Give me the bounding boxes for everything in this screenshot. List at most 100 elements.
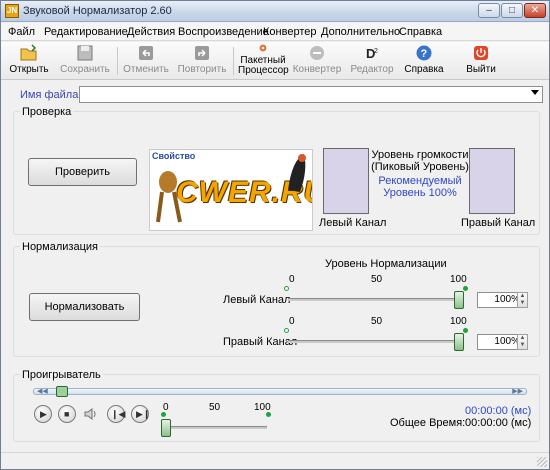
stop-icon: ■	[64, 409, 70, 419]
batch-label-line2: Процессор	[238, 65, 289, 76]
check-right-channel-label: Правый Канал	[461, 217, 536, 229]
open-label: Открыть	[9, 64, 49, 75]
volume-slider-thumb[interactable]	[161, 419, 171, 437]
redo-button[interactable]: Повторить	[176, 44, 228, 78]
menu-playback[interactable]: Воспроизведение	[178, 26, 269, 38]
next-button[interactable]: ▶❙	[131, 405, 151, 423]
left-level-spinner[interactable]: ▲ ▼	[517, 292, 528, 308]
power-icon	[474, 46, 488, 60]
converter-button[interactable]: Конвертер	[291, 44, 343, 78]
save-disk-icon	[77, 45, 93, 61]
right-peak-meter	[469, 148, 515, 214]
help-label: Справка	[404, 64, 444, 75]
right-tick-50: 50	[371, 316, 383, 327]
undo-button[interactable]: Отменить	[122, 44, 170, 78]
right-level-slider-thumb[interactable]	[454, 333, 464, 351]
check-left-channel-label: Левый Канал	[319, 217, 387, 229]
volume-track[interactable]	[163, 426, 267, 429]
right-tick-100: 100	[450, 316, 467, 327]
title-bar: JN Звуковой Нормализатор 2.60 – □ ✕	[1, 1, 549, 22]
right-level-spinner[interactable]: ▲ ▼	[517, 334, 528, 350]
left-level-track[interactable]	[288, 298, 464, 301]
seek-thumb[interactable]	[56, 386, 68, 397]
left-peak-meter	[323, 148, 369, 214]
save-label: Сохранить	[60, 64, 110, 75]
volume-min-marker	[161, 412, 166, 417]
left-max-marker	[463, 286, 468, 291]
exit-label: Выйти	[466, 64, 496, 75]
volume-level-caption: Уровень громкости (Пиковый Уровень) Реко…	[371, 149, 469, 199]
left-level-slider-thumb[interactable]	[454, 291, 464, 309]
normalize-panel-title: Нормализация	[20, 241, 100, 253]
total-time-value: 00:00:00 (мс)	[465, 417, 532, 429]
logo-figure-icon	[288, 154, 306, 192]
redo-label: Повторить	[177, 64, 227, 75]
exit-button[interactable]: Выйти	[463, 44, 499, 78]
left-min-marker	[284, 286, 289, 291]
skip-back-icon: ❙◀	[111, 409, 126, 419]
menu-edit[interactable]: Редактирование	[44, 26, 128, 38]
app-window: JN Звуковой Нормализатор 2.60 – □ ✕ Файл…	[0, 0, 550, 470]
seek-bar[interactable]: ◀◀ ▶▶	[33, 386, 527, 397]
maximize-button[interactable]: □	[501, 3, 523, 18]
current-position: 00:00:00 (мс)	[465, 405, 532, 417]
check-panel-title: Проверка	[20, 106, 74, 118]
skip-forward-icon: ▶❙	[136, 409, 151, 419]
chevron-down-icon[interactable]	[531, 90, 539, 95]
volume-tick-50: 50	[209, 402, 221, 413]
help-button[interactable]: ? Справка	[404, 44, 444, 78]
seek-forward-icon[interactable]: ▶▶	[512, 387, 523, 395]
normalization-level-label: Уровень Нормализации	[325, 258, 447, 270]
previous-button[interactable]: ❙◀	[107, 405, 125, 423]
redo-icon	[195, 46, 209, 60]
check-button[interactable]: Проверить	[28, 158, 137, 186]
recommended-line2: Уровень 100%	[383, 187, 457, 199]
properties-logo: Свойство CWER.RU	[149, 149, 313, 231]
toolbar-separator	[117, 47, 118, 75]
play-button[interactable]: ▶	[34, 405, 52, 423]
close-button[interactable]: ✕	[524, 3, 546, 18]
normalize-button[interactable]: Нормализовать	[29, 293, 140, 321]
converter-label: Конвертер	[292, 64, 342, 75]
svg-text:?: ?	[421, 48, 428, 60]
editor-button[interactable]: D2 Редактор	[348, 44, 396, 78]
menu-help[interactable]: Справка	[399, 26, 442, 38]
window-title: Звуковой Нормализатор 2.60	[23, 5, 172, 17]
undo-label: Отменить	[123, 64, 169, 75]
seek-rewind-icon[interactable]: ◀◀	[37, 387, 48, 395]
file-name-combobox[interactable]	[79, 86, 543, 103]
open-button[interactable]: Открыть	[9, 44, 49, 78]
resize-grip-icon[interactable]	[537, 457, 547, 467]
batch-processor-button[interactable]: Пакетный Процессор	[238, 44, 289, 78]
player-panel-title: Проигрыватель	[20, 369, 103, 381]
normalize-right-label: Правый Канал	[223, 336, 298, 348]
stop-button[interactable]: ■	[58, 405, 76, 423]
open-folder-icon	[20, 44, 37, 61]
menu-extras[interactable]: Дополнительно	[321, 26, 400, 38]
undo-icon	[139, 46, 153, 60]
editor-icon: D2	[366, 46, 378, 61]
right-tick-0: 0	[289, 316, 295, 327]
menu-file[interactable]: Файл	[8, 26, 35, 38]
recommended-line1: Рекомендуемый	[378, 175, 462, 187]
toolbar: Открыть Сохранить Отменить Повторить Пак…	[1, 42, 549, 80]
total-time-label: Общее Время:	[390, 417, 466, 429]
svg-text:2: 2	[374, 48, 378, 55]
right-level-track[interactable]	[288, 340, 464, 343]
volume-level-line2: (Пиковый Уровень)	[371, 161, 469, 173]
right-min-marker	[284, 328, 289, 333]
app-icon: JN	[5, 4, 19, 18]
volume-max-marker	[266, 412, 271, 417]
mute-button[interactable]	[82, 405, 100, 423]
normalize-left-label: Левый Канал	[223, 294, 291, 306]
minimize-button[interactable]: –	[478, 3, 500, 18]
right-max-marker	[463, 328, 468, 333]
menu-converter[interactable]: Конвертер	[263, 26, 316, 38]
save-button[interactable]: Сохранить	[59, 44, 111, 78]
menu-actions[interactable]: Действия	[127, 26, 175, 38]
status-bar	[1, 452, 549, 469]
left-tick-50: 50	[371, 274, 383, 285]
converter-icon	[310, 46, 324, 60]
play-icon: ▶	[40, 409, 47, 419]
properties-caption: Свойство	[152, 151, 196, 161]
